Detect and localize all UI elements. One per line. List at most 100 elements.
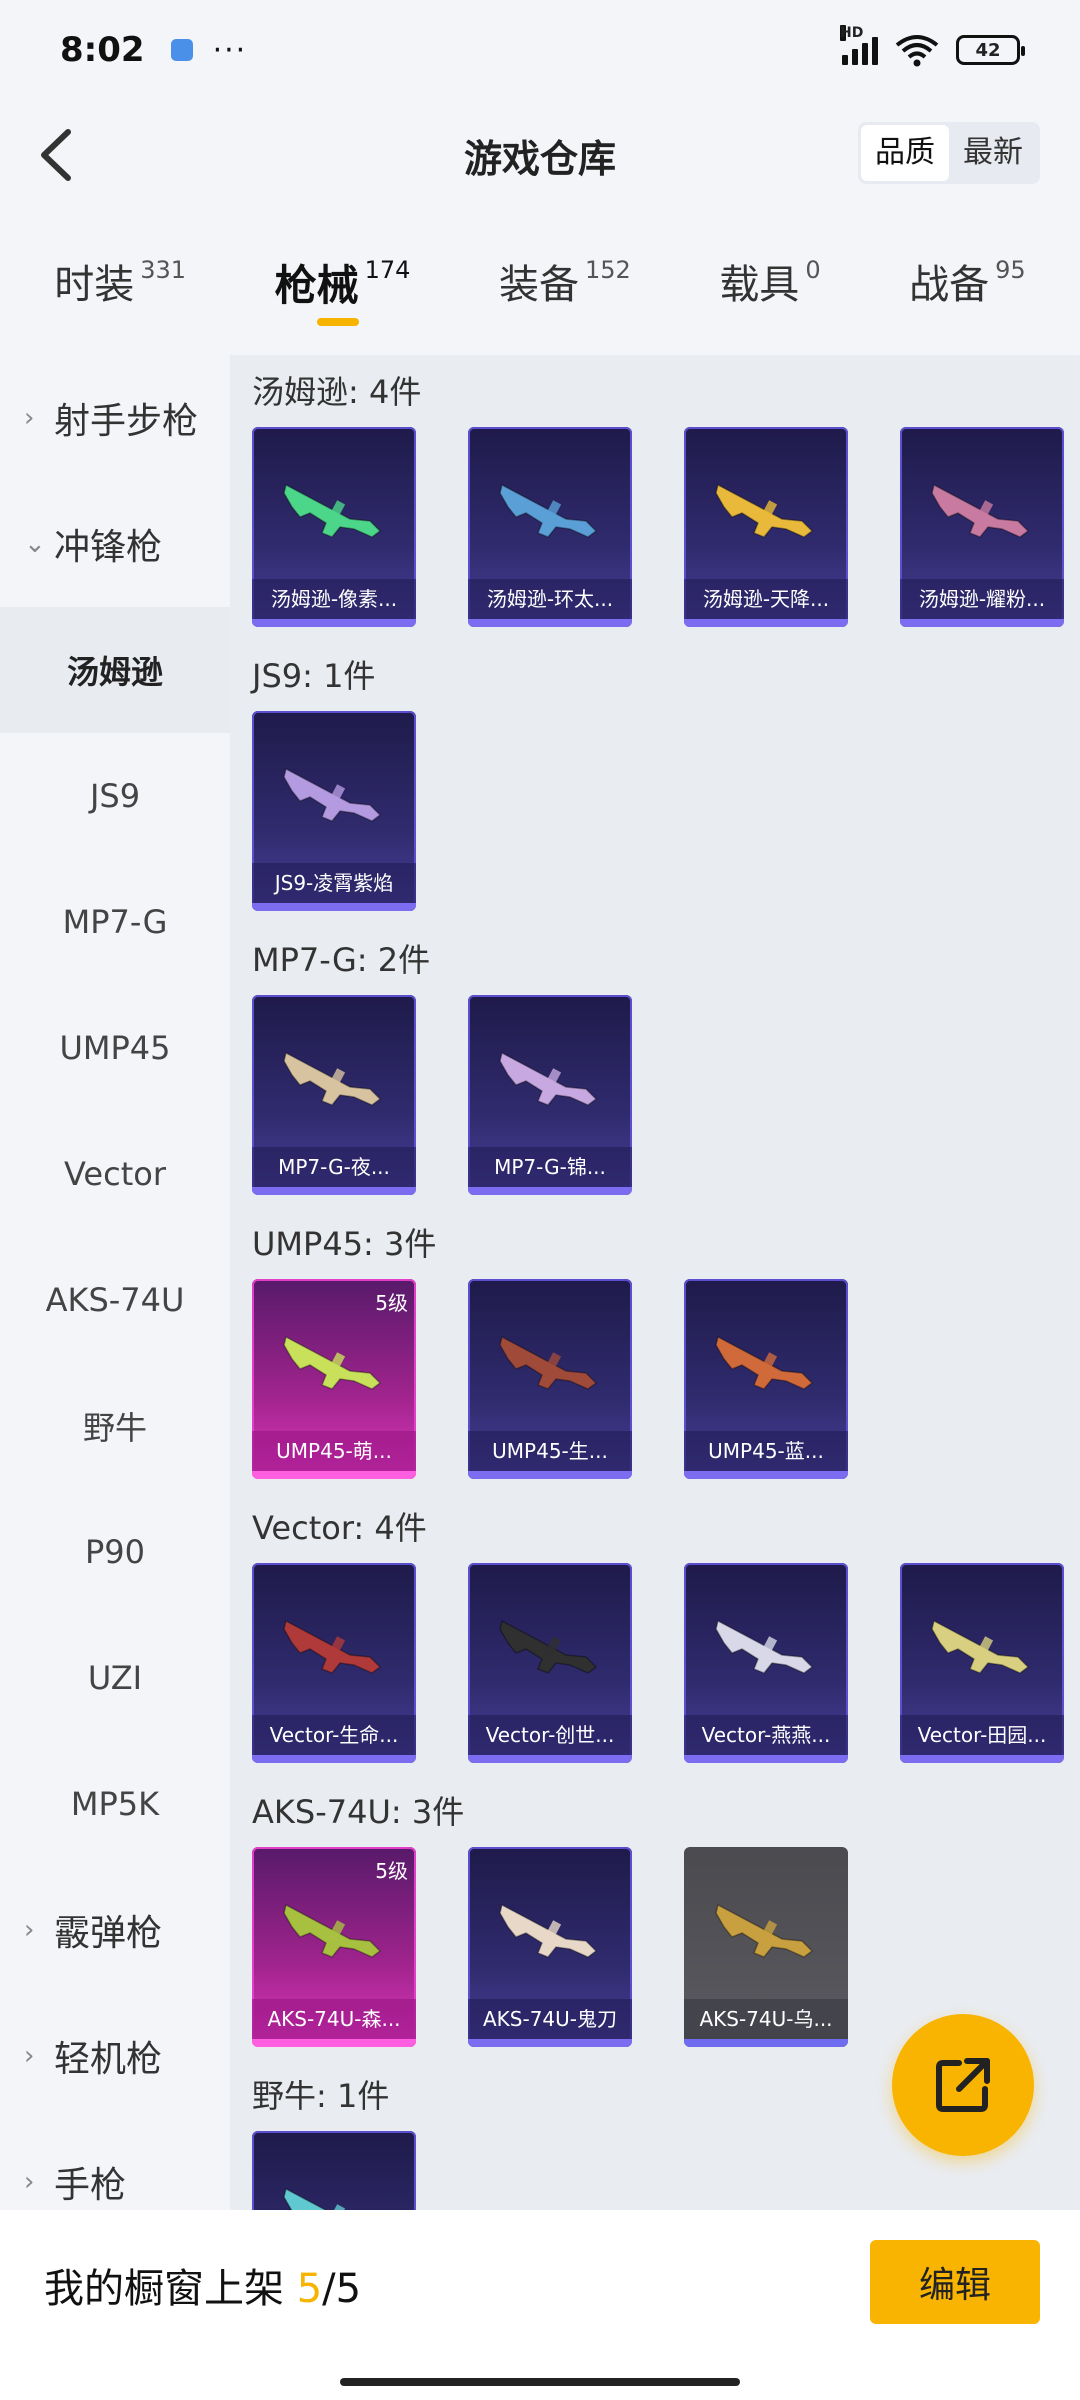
- card-label: UMP45-蓝...: [684, 1431, 848, 1471]
- weapon-skin-card[interactable]: 5级 AKS-74U-森...: [252, 1847, 416, 2047]
- weapon-skin-card[interactable]: 汤姆逊-环太...: [468, 427, 632, 627]
- gun-icon: [715, 1619, 814, 1674]
- tab-label: 载具: [719, 262, 800, 308]
- tab-label: 枪械: [274, 261, 359, 310]
- sidebar-item-bizon[interactable]: 野牛: [0, 1363, 230, 1489]
- sidebar-group-smg[interactable]: ⌄ 冲锋枪: [0, 481, 230, 607]
- gun-icon: [283, 1335, 382, 1390]
- card-label: MP7-G-锦...: [468, 1147, 632, 1187]
- share-button[interactable]: [892, 2014, 1034, 2156]
- weapon-skin-card[interactable]: 汤姆逊-像素...: [252, 427, 416, 627]
- level-badge: 5级: [375, 1859, 408, 1883]
- card-label: JS9-凌霄紫焰: [252, 863, 416, 903]
- section-title: AKS-74U: 3件: [252, 1793, 465, 1831]
- tab-label: 战备: [909, 262, 990, 308]
- tab-guns[interactable]: 枪械 174: [274, 240, 410, 326]
- weapon-skin-card[interactable]: Vector-生命...: [252, 1563, 416, 1763]
- weapon-skin-card[interactable]: 汤姆逊-天降...: [684, 427, 848, 627]
- chevron-right-icon: ›: [24, 2041, 35, 2071]
- weapon-skin-card[interactable]: 5级 UMP45-萌...: [252, 1279, 416, 1479]
- card-label: UMP45-生...: [468, 1431, 632, 1471]
- card-label: AKS-74U-鬼刀: [468, 1999, 632, 2039]
- weapon-skin-card[interactable]: AKS-74U-乌...: [684, 1847, 848, 2047]
- rarity-bar: [468, 1471, 632, 1479]
- card-row: MP7-G-夜... MP7-G-锦...: [252, 987, 1080, 1207]
- cellular-signal-icon: HD: [840, 25, 878, 65]
- weapon-skin-card[interactable]: [252, 2131, 416, 2210]
- sidebar-item-mp5k[interactable]: MP5K: [0, 1741, 230, 1867]
- sidebar-item-uzi[interactable]: UZI: [0, 1615, 230, 1741]
- gun-icon: [283, 1619, 382, 1674]
- sidebar-item-aks74u[interactable]: AKS-74U: [0, 1237, 230, 1363]
- gun-icon: [283, 483, 382, 538]
- weapon-skin-card[interactable]: Vector-创世...: [468, 1563, 632, 1763]
- sidebar-group-lmg[interactable]: › 轻机枪: [0, 1993, 230, 2119]
- sidebar-item-p90[interactable]: P90: [0, 1489, 230, 1615]
- home-indicator[interactable]: [340, 2378, 740, 2386]
- sidebar-item-vector[interactable]: Vector: [0, 1111, 230, 1237]
- card-label: 汤姆逊-天降...: [684, 579, 848, 619]
- rarity-bar: [252, 1187, 416, 1195]
- card-label: 汤姆逊-环太...: [468, 579, 632, 619]
- wifi-icon: [895, 35, 939, 67]
- sidebar-item-thompson[interactable]: 汤姆逊: [0, 607, 230, 733]
- tab-count: 95: [995, 256, 1026, 284]
- rarity-bar: [684, 619, 848, 627]
- sidebar-group-label: 霰弹枪: [54, 1913, 163, 1954]
- sort-latest-button[interactable]: 最新: [949, 125, 1037, 181]
- card-label: 汤姆逊-耀粉...: [900, 579, 1064, 619]
- showcase-status: 我的橱窗上架 5/5: [44, 2256, 361, 2314]
- weapon-skin-card[interactable]: Vector-燕燕...: [684, 1563, 848, 1763]
- rarity-bar: [252, 619, 416, 627]
- sidebar-item-js9[interactable]: JS9: [0, 733, 230, 859]
- share-icon: [936, 2058, 990, 2112]
- card-row: JS9-凌霄紫焰: [252, 703, 1080, 923]
- tab-equipment[interactable]: 装备 152: [499, 240, 631, 310]
- rarity-bar: [900, 619, 1064, 627]
- sort-quality-button[interactable]: 品质: [861, 125, 949, 181]
- weapon-skin-card[interactable]: UMP45-蓝...: [684, 1279, 848, 1479]
- section-title: MP7-G: 2件: [252, 941, 431, 979]
- tab-fashion[interactable]: 时装 331: [54, 240, 186, 310]
- weapon-type-sidebar: › 射手步枪 ⌄ 冲锋枪 汤姆逊 JS9 MP7-G UMP45 Vector AK…: [0, 355, 230, 2210]
- card-label: Vector-燕燕...: [684, 1715, 848, 1755]
- tab-count: 152: [584, 256, 631, 284]
- edit-button[interactable]: 编辑: [870, 2240, 1040, 2324]
- section-title: UMP45: 3件: [252, 1225, 437, 1263]
- status-bar: 8:02 ··· HD 42: [0, 0, 1080, 100]
- weapon-skin-card[interactable]: AKS-74U-鬼刀: [468, 1847, 632, 2047]
- weapon-skin-card[interactable]: UMP45-生...: [468, 1279, 632, 1479]
- section-title: Vector: 4件: [252, 1509, 427, 1547]
- weapon-skin-card[interactable]: JS9-凌霄紫焰: [252, 711, 416, 911]
- category-tabs: 时装 331 枪械 174 装备 152 载具 0 战备 95: [0, 240, 1080, 340]
- tab-label: 装备: [498, 262, 579, 308]
- gun-icon: [499, 1903, 598, 1958]
- gun-icon: [931, 483, 1030, 538]
- card-label: Vector-田园...: [900, 1715, 1064, 1755]
- gun-icon: [499, 1051, 598, 1106]
- weapon-section: JS9: 1件 JS9-凌霄紫焰: [230, 639, 1080, 923]
- showcase-total-count: /5: [322, 2266, 362, 2312]
- chevron-down-icon: ⌄: [24, 529, 46, 559]
- card-label: AKS-74U-森...: [252, 1999, 416, 2039]
- gun-icon: [283, 767, 382, 822]
- card-row: 5级 UMP45-萌... UMP45-生... UMP45-蓝...: [252, 1271, 1080, 1491]
- header: 游戏仓库 品质 最新: [0, 100, 1080, 210]
- showcase-label: 我的橱窗上架: [44, 2266, 284, 2312]
- sidebar-item-ump45[interactable]: UMP45: [0, 985, 230, 1111]
- card-label: MP7-G-夜...: [252, 1147, 416, 1187]
- hd-label: HD: [840, 25, 864, 41]
- weapon-skin-card[interactable]: 汤姆逊-耀粉...: [900, 427, 1064, 627]
- gun-icon: [499, 1335, 598, 1390]
- weapon-skin-card[interactable]: Vector-田园...: [900, 1563, 1064, 1763]
- weapon-grid: 汤姆逊: 4件 汤姆逊-像素... 汤姆逊-环太... 汤姆逊-天降... 汤姆逊-耀粉…: [230, 355, 1080, 2210]
- tab-vehicles[interactable]: 载具 0: [719, 240, 820, 310]
- card-label: Vector-创世...: [468, 1715, 632, 1755]
- weapon-skin-card[interactable]: MP7-G-锦...: [468, 995, 632, 1195]
- sidebar-group-shotgun[interactable]: › 霰弹枪: [0, 1867, 230, 1993]
- sidebar-group-marksman[interactable]: › 射手步枪: [0, 355, 230, 481]
- weapon-skin-card[interactable]: MP7-G-夜...: [252, 995, 416, 1195]
- tab-supplies[interactable]: 战备 95: [909, 240, 1026, 310]
- sidebar-item-mp7g[interactable]: MP7-G: [0, 859, 230, 985]
- sidebar-group-label: 手枪: [54, 2165, 127, 2206]
